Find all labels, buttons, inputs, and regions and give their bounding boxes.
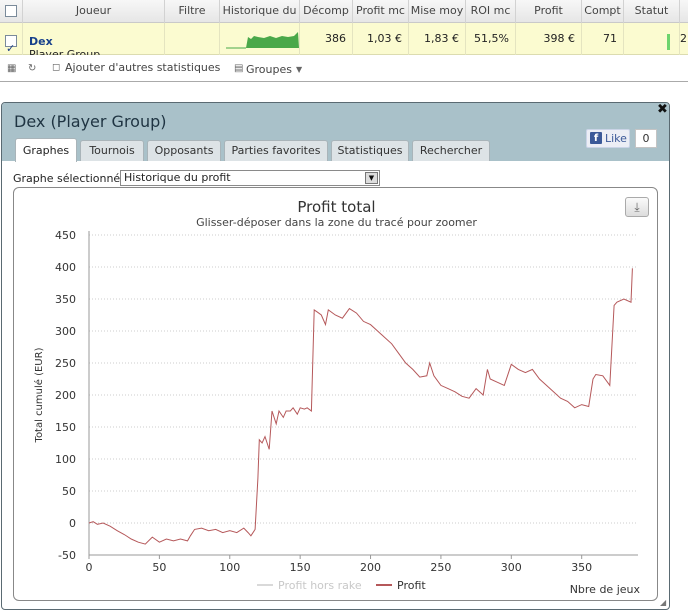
- groups-dropdown[interactable]: Groupes: [246, 63, 292, 76]
- x-axis-label: Nbre de jeux: [570, 583, 641, 596]
- chevron-down-icon[interactable]: ▼: [296, 65, 306, 75]
- sparkline-fill: [246, 32, 299, 48]
- column-header-statut[interactable]: Statut: [624, 0, 680, 23]
- x-tick-label: 200: [360, 561, 381, 574]
- dialog-title: Dex (Player Group): [14, 112, 167, 131]
- mise-moyenne-cell: 1,83 €: [409, 23, 466, 55]
- trash-icon[interactable]: ▦: [7, 64, 17, 74]
- column-header-compte[interactable]: Compt: [582, 0, 624, 23]
- column-header-overflow: [680, 0, 688, 23]
- y-tick-label: 400: [55, 261, 76, 274]
- y-tick-label: 300: [55, 325, 76, 338]
- x-tick-label: 350: [571, 561, 592, 574]
- add-stats-button[interactable]: Ajouter d'autres statistiques: [65, 61, 220, 74]
- overflow-cell: 2: [680, 32, 687, 45]
- status-bar: [667, 34, 670, 50]
- player-cell[interactable]: Dex Player Group: [23, 23, 165, 55]
- profit-cell: 398 €: [516, 23, 582, 55]
- x-tick-label: 150: [290, 561, 311, 574]
- y-tick-label: 250: [55, 357, 76, 370]
- player-dialog: Dex (Player Group) ✖ f Like 0 Graphes To…: [1, 102, 670, 610]
- close-icon[interactable]: ✖: [657, 102, 668, 117]
- y-tick-label: 50: [62, 485, 76, 498]
- graph-select-value: Historique du profit: [124, 171, 231, 184]
- graph-select[interactable]: Historique du profit ▼: [120, 170, 380, 186]
- row-select-cell[interactable]: [0, 23, 23, 55]
- chart-subtitle: Glisser-déposer dans la zone du tracé po…: [196, 216, 477, 229]
- x-tick-label: 250: [430, 561, 451, 574]
- select-all-checkbox[interactable]: [5, 5, 17, 17]
- y-tick-label: 200: [55, 389, 76, 402]
- facebook-like-button[interactable]: f Like: [586, 129, 630, 148]
- y-tick-label: 0: [69, 517, 76, 530]
- x-tick-label: 100: [219, 561, 240, 574]
- column-header-filtre[interactable]: Filtre: [165, 0, 220, 23]
- column-header-mise-moyenne[interactable]: Mise moy: [409, 0, 466, 23]
- y-tick-label: 450: [55, 229, 76, 242]
- y-tick-label: 350: [55, 293, 76, 306]
- groups-icon: ▤: [234, 63, 244, 74]
- add-stats-icon: ◻: [52, 62, 61, 73]
- facebook-icon: f: [590, 132, 602, 144]
- x-tick-label: 300: [501, 561, 522, 574]
- x-tick-label: 0: [86, 561, 93, 574]
- column-header-historique[interactable]: Historique du: [220, 0, 300, 23]
- table-header: Joueur Filtre Historique du Décomp Profi…: [0, 0, 688, 23]
- resize-handle-icon[interactable]: ◢: [660, 598, 669, 607]
- y-tick-label: 150: [55, 421, 76, 434]
- graph-select-label: Graphe sélectionné :: [13, 172, 128, 185]
- column-header-decompte[interactable]: Décomp: [300, 0, 353, 23]
- tab-parties-favorites[interactable]: Parties favorites: [224, 140, 328, 161]
- facebook-like-label: Like: [605, 132, 627, 145]
- player-group: Player Group: [29, 48, 101, 55]
- table-toolbar: ▦ ↻ ◻ Ajouter d'autres statistiques ▤ Gr…: [0, 56, 688, 82]
- column-header-roi-moyen[interactable]: ROI mc: [466, 0, 516, 23]
- row-checkbox[interactable]: [5, 33, 17, 55]
- chevron-down-icon[interactable]: ▼: [365, 172, 378, 184]
- legend-profit-hors-rake: Profit hors rake: [278, 579, 362, 592]
- history-sparkline-cell: [220, 23, 300, 55]
- tab-statistiques[interactable]: Statistiques: [331, 140, 409, 161]
- y-axis-label: Total cumulé (EUR): [33, 347, 45, 443]
- status-cell: [624, 23, 680, 55]
- column-header-joueur[interactable]: Joueur: [23, 0, 165, 23]
- dialog-header[interactable]: Dex (Player Group) ✖ f Like 0 Graphes To…: [2, 102, 669, 162]
- tab-rechercher[interactable]: Rechercher: [412, 140, 490, 161]
- download-icon: ⤓: [634, 200, 640, 214]
- profit-series-line: [88, 268, 633, 545]
- column-header-profit-moyen[interactable]: Profit mc: [353, 0, 409, 23]
- roi-moyen-cell: 51,5%: [466, 23, 516, 55]
- tab-graphes[interactable]: Graphes: [15, 138, 77, 162]
- refresh-icon[interactable]: ↻: [28, 64, 38, 74]
- legend-profit: Profit: [397, 579, 426, 592]
- y-tick-label: 100: [55, 453, 76, 466]
- chart-title: Profit total: [297, 198, 376, 216]
- history-sparkline: [226, 32, 299, 49]
- filter-cell[interactable]: [165, 23, 220, 55]
- compte-cell: 71: [582, 23, 624, 55]
- download-button[interactable]: ⤓: [625, 197, 649, 217]
- select-all-cell[interactable]: [0, 0, 23, 23]
- tab-opposants[interactable]: Opposants: [147, 140, 221, 161]
- table-row[interactable]: Dex Player Group 386 1,03 € 1,83 € 51,5%…: [0, 23, 688, 55]
- tab-tournois[interactable]: Tournois: [80, 140, 144, 161]
- profit-chart[interactable]: -50 0 50 100 150 200 250 300 350 400 450 0 50 100 150 2…: [13, 187, 658, 601]
- facebook-like-count: 0: [635, 129, 657, 148]
- x-tick-label: 50: [152, 561, 166, 574]
- column-header-profit[interactable]: Profit: [516, 0, 582, 23]
- profit-moyen-cell: 1,03 €: [353, 23, 409, 55]
- y-tick-label: -50: [58, 549, 76, 562]
- decompte-cell: 386: [300, 23, 353, 55]
- chart-canvas[interactable]: -50 0 50 100 150 200 250 300 350 400 450 0 50 100 150 2…: [14, 188, 659, 602]
